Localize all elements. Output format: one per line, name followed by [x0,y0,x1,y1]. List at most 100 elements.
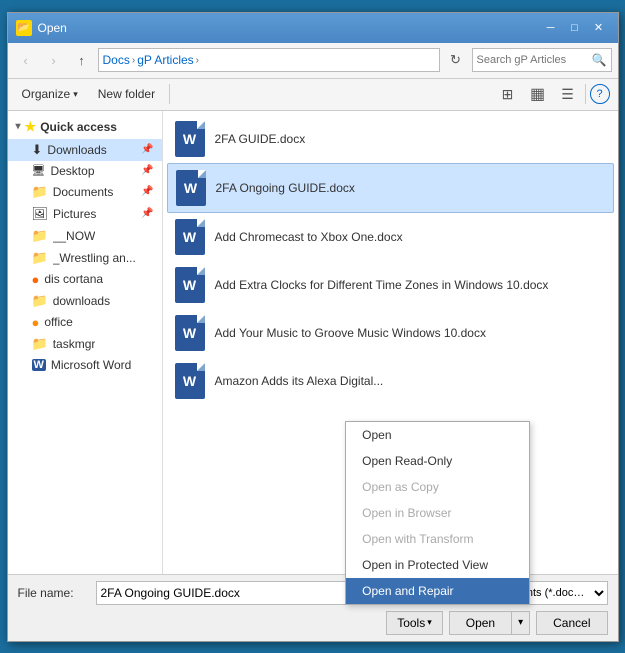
dialog-icon: 📂 [16,20,32,36]
sidebar-downloadsf-label: downloads [53,294,110,308]
file-name-6: Amazon Adds its Alexa Digital... [215,374,384,388]
file-item-2[interactable]: W 2FA Ongoing GUIDE.docx [167,163,614,213]
title-controls: ─ □ ✕ [540,18,610,38]
word-doc-icon-5: W [175,315,205,351]
file-icon-4: W [175,267,207,303]
dialog-body: ▾ ★ Quick access ⬇ Downloads 📌 🖥 Desktop… [8,111,618,641]
file-item-4[interactable]: W Add Extra Clocks for Different Time Zo… [167,261,614,309]
dropdown-open[interactable]: Open [346,422,529,448]
search-input[interactable] [477,54,590,66]
sidebar-item-office[interactable]: ● office [8,312,162,333]
file-item-3[interactable]: W Add Chromecast to Xbox One.docx [167,213,614,261]
breadcrumb-arrow-1: › [132,55,135,66]
pin-icon-pictures: 📌 [141,208,153,219]
buttons-row: Tools ▾ Open ▾ Open Open Read-Only Open … [18,611,608,635]
file-item-1[interactable]: W 2FA GUIDE.docx [167,115,614,163]
dropdown-open-browser: Open in Browser [346,500,529,526]
sidebar-item-discortana[interactable]: ● dis cortana [8,269,162,290]
sidebar-item-documents[interactable]: 📁 Documents 📌 [8,181,162,203]
back-button[interactable]: ‹ [14,48,38,72]
open-dropdown-button[interactable]: ▾ [511,611,530,635]
forward-button[interactable]: › [42,48,66,72]
bottom-area: File name: All Word Documents (*.docx;*.… [8,574,618,641]
open-main-button[interactable]: Open [449,611,511,635]
help-button[interactable]: ? [590,84,610,104]
pictures-icon: 🖼 [32,206,49,222]
view-details-button[interactable]: ▦ [525,83,551,105]
discortana-icon: ● [32,272,40,287]
file-name-2: 2FA Ongoing GUIDE.docx [216,181,355,195]
address-bar: ‹ › ↑ Docs › gP Articles › ↻ 🔍 [8,43,618,79]
open-dialog: 📂 Open ─ □ ✕ ‹ › ↑ Docs › gP Articles › … [7,12,619,642]
word-doc-icon-2: W [176,170,206,206]
taskmgr-icon: 📁 [32,336,48,352]
sidebar-item-wrestling[interactable]: 📁 _Wrestling an... [8,247,162,269]
maximize-button[interactable]: □ [564,18,586,38]
minimize-button[interactable]: ─ [540,18,562,38]
pin-icon-documents: 📌 [141,186,153,197]
sidebar-item-downloads[interactable]: ⬇ Downloads 📌 [8,139,162,161]
quick-access-header[interactable]: ▾ ★ Quick access [8,115,162,139]
sidebar-office-label: office [44,315,72,329]
file-name-4: Add Extra Clocks for Different Time Zone… [215,278,549,292]
breadcrumb-arrow-2: › [196,55,199,66]
file-icon-2: W [176,170,208,206]
organize-label: Organize [22,87,71,101]
quick-access-label: Quick access [40,120,117,134]
sidebar-item-now[interactable]: 📁 __NOW [8,225,162,247]
expand-icon: ▾ [16,121,21,132]
new-folder-label: New folder [98,87,155,101]
cancel-button[interactable]: Cancel [536,611,607,635]
organize-button[interactable]: Organize ▾ [16,84,84,104]
new-folder-button[interactable]: New folder [92,84,161,104]
sidebar-pictures-label: Pictures [53,207,96,221]
file-icon-5: W [175,315,207,351]
office-icon: ● [32,315,40,330]
tools-label: Tools [397,616,425,630]
search-icon: 🔍 [592,53,607,67]
file-name-5: Add Your Music to Groove Music Windows 1… [215,326,486,340]
breadcrumb[interactable]: Docs › gP Articles › [98,48,440,72]
toolbar-sep2 [585,84,586,104]
dropdown-open-repair[interactable]: Open and Repair [346,578,529,604]
pin-icon-desktop: 📌 [141,165,153,176]
sidebar-downloads-label: Downloads [47,143,106,157]
downloads-icon: ⬇ [32,142,43,158]
close-button[interactable]: ✕ [588,18,610,38]
desktop-icon: 🖥 [32,164,46,177]
dropdown-open-protected[interactable]: Open in Protected View [346,552,529,578]
wrestling-icon: 📁 [32,250,48,266]
sidebar-item-downloadsf[interactable]: 📁 downloads [8,290,162,312]
title-bar: 📂 Open ─ □ ✕ [8,13,618,43]
open-button-group: Open ▾ Open Open Read-Only Open as Copy … [449,611,530,635]
file-name-1: 2FA GUIDE.docx [215,132,306,146]
title-bar-left: 📂 Open [16,20,67,36]
dropdown-open-readonly[interactable]: Open Read-Only [346,448,529,474]
refresh-button[interactable]: ↻ [444,48,468,72]
word-doc-icon-6: W [175,363,205,399]
toolbar-right: ⊞ ▦ ☰ ? [495,83,610,105]
file-item-6[interactable]: W Amazon Adds its Alexa Digital... [167,357,614,405]
layout-button[interactable]: ☰ [555,83,581,105]
up-button[interactable]: ↑ [70,48,94,72]
view-toggle-button[interactable]: ⊞ [495,83,521,105]
sidebar-item-pictures[interactable]: 🖼 Pictures 📌 [8,203,162,225]
word-doc-icon-1: W [175,121,205,157]
tools-button[interactable]: Tools ▾ [386,611,443,635]
breadcrumb-gparticles[interactable]: gP Articles [137,53,193,67]
search-box: 🔍 [472,48,612,72]
star-icon: ★ [25,119,37,135]
toolbar: Organize ▾ New folder ⊞ ▦ ☰ ? [8,79,618,111]
file-icon-6: W [175,363,207,399]
breadcrumb-docs[interactable]: Docs [103,53,130,67]
dropdown-open-transform: Open with Transform [346,526,529,552]
file-icon-3: W [175,219,207,255]
file-item-5[interactable]: W Add Your Music to Groove Music Windows… [167,309,614,357]
sidebar-desktop-label: Desktop [50,164,94,178]
file-name-3: Add Chromecast to Xbox One.docx [215,230,403,244]
sidebar-documents-label: Documents [53,185,114,199]
sidebar-item-microsoftword[interactable]: W Microsoft Word [8,355,162,375]
sidebar-item-desktop[interactable]: 🖥 Desktop 📌 [8,161,162,181]
sidebar-item-taskmgr[interactable]: 📁 taskmgr [8,333,162,355]
filename-label: File name: [18,586,88,600]
